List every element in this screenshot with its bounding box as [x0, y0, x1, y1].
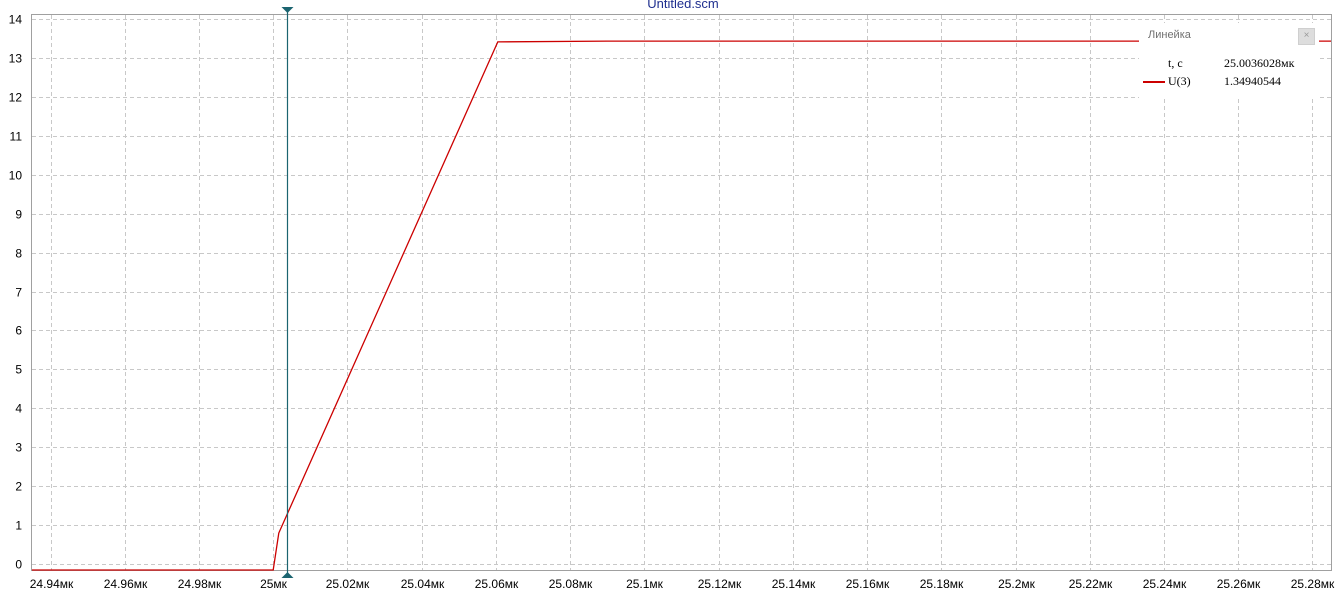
ruler-u3-value: 1.34940544 [1224, 74, 1281, 88]
y-tick-label: 0 [15, 558, 22, 572]
x-tick-label: 25.08мк [549, 577, 593, 591]
y-tick-label: 7 [15, 286, 22, 300]
y-tick-label: 14 [9, 13, 23, 27]
ruler-row-u3: U(3) 1.34940544 [1139, 74, 1319, 90]
x-tick-label: 25.2мк [998, 577, 1036, 591]
ruler-title: Линейка [1148, 29, 1191, 41]
y-tick-label: 12 [9, 91, 23, 105]
chart-title: Untitled.scm [647, 0, 719, 11]
ruler-time-label: t, c [1168, 56, 1183, 70]
y-tick-label: 10 [9, 169, 23, 183]
y-tick-label: 13 [9, 52, 23, 66]
x-tick-label: 25.26мк [1217, 577, 1261, 591]
x-tick-label: 25мк [260, 577, 288, 591]
x-tick-label: 25.18мк [920, 577, 964, 591]
x-tick-label: 25.16мк [846, 577, 890, 591]
x-tick-label: 24.96мк [104, 577, 148, 591]
y-tick-label: 2 [15, 480, 22, 494]
y-axis-ticks: 01234567891011121314 [9, 13, 23, 572]
ruler-row-time: t, c 25.0036028мк [1139, 56, 1319, 72]
x-tick-label: 25.24мк [1143, 577, 1187, 591]
x-tick-label: 25.28мк [1291, 577, 1335, 591]
y-tick-label: 11 [10, 130, 23, 144]
y-tick-label: 4 [15, 402, 22, 416]
x-tick-label: 25.1мк [626, 577, 664, 591]
x-tick-label: 25.12мк [698, 577, 742, 591]
y-tick-label: 9 [15, 208, 22, 222]
y-tick-label: 8 [15, 247, 22, 261]
x-tick-label: 25.04мк [401, 577, 445, 591]
series-swatch-icon [1143, 81, 1165, 83]
ruler-header[interactable]: Линейка × [1139, 23, 1319, 47]
plot-frame [31, 14, 1332, 571]
ruler-panel: Линейка × t, c 25.0036028мк U(3) 1.34940… [1139, 23, 1319, 98]
x-tick-label: 25.22мк [1069, 577, 1113, 591]
x-tick-label: 25.06мк [475, 577, 519, 591]
x-tick-label: 25.02мк [326, 577, 370, 591]
ruler-close-button[interactable]: × [1298, 28, 1315, 45]
x-axis-ticks: 24.94мк 24.96мк 24.98мк 25мк 25.02мк 25.04мк 2… [30, 577, 1335, 591]
x-tick-label: 24.94мк [30, 577, 74, 591]
x-tick-label: 24.98мк [178, 577, 222, 591]
y-tick-label: 3 [15, 441, 22, 455]
cursor-bottom-handle-icon[interactable] [281, 572, 294, 578]
ruler-time-value: 25.0036028мк [1224, 56, 1295, 70]
ruler-u3-label: U(3) [1168, 74, 1191, 88]
y-tick-label: 6 [15, 324, 22, 338]
y-tick-label: 1 [15, 519, 22, 533]
cursor-top-handle-icon[interactable] [281, 7, 294, 13]
chart: 01234567891011121314 24.94мк 24.96мк 24.98… [9, 0, 1335, 591]
x-tick-label: 25.14мк [772, 577, 816, 591]
y-tick-label: 5 [15, 363, 22, 377]
